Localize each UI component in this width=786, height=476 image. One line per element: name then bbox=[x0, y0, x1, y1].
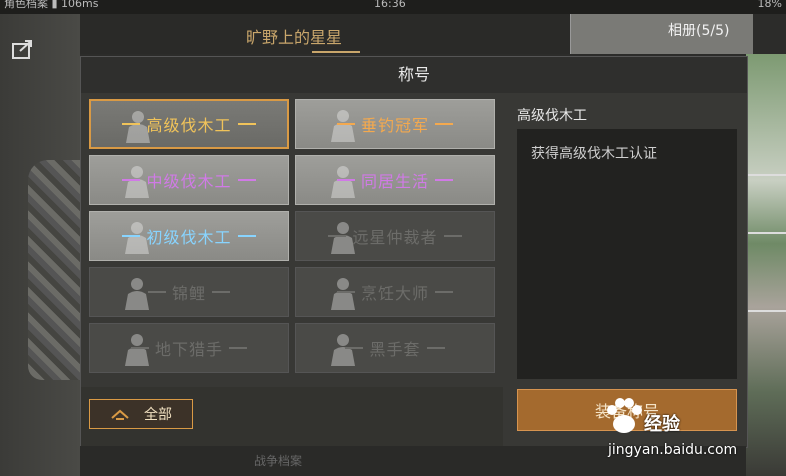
title-item[interactable]: 中级伐木工 bbox=[89, 155, 289, 205]
title-item-label: 烹饪大师 bbox=[296, 268, 494, 316]
dash-left bbox=[328, 235, 347, 237]
title-dialog: 称号 高级伐木工 垂钓冠军 中级伐木工 同居生活 初级伐木工 远星仲裁者 锦鲤 烹饪大师 地下猎… bbox=[80, 56, 748, 448]
dash-left bbox=[122, 235, 141, 237]
dialog-title: 称号 bbox=[81, 57, 747, 93]
dash-left bbox=[130, 347, 149, 349]
dash-left bbox=[336, 179, 355, 181]
title-item[interactable]: 高级伐木工 bbox=[89, 99, 289, 149]
dash-left bbox=[336, 123, 355, 125]
filter-all-button[interactable]: 全部 bbox=[89, 399, 193, 429]
watermark-url: jingyan.baidu.com bbox=[608, 442, 738, 458]
share-button[interactable] bbox=[10, 38, 36, 60]
watermark-brand: 经验 bbox=[644, 414, 680, 435]
dash-right bbox=[237, 235, 256, 237]
title-text: 锦鲤 bbox=[171, 284, 206, 303]
dash-right bbox=[237, 123, 256, 125]
title-text: 中级伐木工 bbox=[146, 172, 232, 191]
status-time: 16:36 bbox=[374, 0, 406, 10]
album-photo bbox=[746, 232, 786, 234]
title-text: 初级伐木工 bbox=[146, 228, 232, 247]
title-item[interactable]: 地下猎手 bbox=[89, 323, 289, 373]
dash-left bbox=[345, 347, 364, 349]
dash-right bbox=[435, 123, 453, 125]
status-left: 角色档案 ▮ 106ms bbox=[4, 0, 99, 10]
bottom-tab-label[interactable]: 战争档案 bbox=[254, 452, 334, 476]
title-text: 烹饪大师 bbox=[360, 284, 429, 303]
title-item-label: 地下猎手 bbox=[90, 324, 288, 372]
title-grid[interactable]: 高级伐木工 垂钓冠军中级伐木工 同居生活初级伐木工 远星仲裁者锦鲤 烹饪大师地下猎手 黑手… bbox=[89, 99, 503, 383]
dash-right bbox=[237, 179, 256, 181]
dash-left bbox=[336, 291, 355, 293]
title-text: 垂钓冠军 bbox=[360, 116, 429, 135]
album-photo bbox=[746, 310, 786, 312]
detail-title: 高级伐木工 bbox=[517, 108, 587, 124]
title-item[interactable]: 锦鲤 bbox=[89, 267, 289, 317]
title-text: 同居生活 bbox=[360, 172, 429, 191]
share-icon bbox=[12, 40, 32, 59]
dash-right bbox=[212, 291, 230, 293]
title-item[interactable]: 远星仲裁者 bbox=[295, 211, 495, 261]
paw-icon bbox=[607, 398, 642, 433]
character-model bbox=[28, 160, 80, 380]
dash-right bbox=[443, 235, 462, 237]
dash-left bbox=[147, 291, 166, 293]
title-text: 高级伐木工 bbox=[146, 116, 232, 135]
album-preview-strip bbox=[746, 54, 786, 476]
tab-underline bbox=[312, 51, 360, 53]
title-text: 黑手套 bbox=[369, 340, 421, 359]
title-item-label: 同居生活 bbox=[296, 156, 494, 204]
dash-right bbox=[229, 347, 247, 349]
battery-level: 18% bbox=[757, 0, 782, 10]
detail-description: 获得高级伐木工认证 bbox=[531, 146, 657, 162]
title-item-label: 垂钓冠军 bbox=[296, 100, 494, 148]
title-text: 地下猎手 bbox=[154, 340, 223, 359]
chevron-up-icon bbox=[111, 409, 129, 420]
title-item-label: 中级伐木工 bbox=[90, 156, 288, 204]
title-item[interactable]: 黑手套 bbox=[295, 323, 495, 373]
filter-label: 全部 bbox=[144, 407, 172, 423]
title-text: 远星仲裁者 bbox=[352, 228, 438, 247]
dash-right bbox=[435, 291, 453, 293]
title-item[interactable]: 同居生活 bbox=[295, 155, 495, 205]
dash-left bbox=[122, 179, 141, 181]
dash-right bbox=[435, 179, 453, 181]
title-item[interactable]: 烹饪大师 bbox=[295, 267, 495, 317]
dash-left bbox=[122, 123, 141, 125]
title-item-label: 高级伐木工 bbox=[91, 101, 287, 147]
baidu-jingyan-watermark: 经验 jingyan.baidu.com bbox=[600, 392, 750, 472]
dash-right bbox=[426, 347, 445, 349]
album-tab-label: 相册(5/5) bbox=[668, 23, 730, 39]
title-item[interactable]: 初级伐木工 bbox=[89, 211, 289, 261]
title-item-label: 远星仲裁者 bbox=[296, 212, 494, 260]
title-item-label: 初级伐木工 bbox=[90, 212, 288, 260]
character-name-tab[interactable]: 旷野上的星星 bbox=[246, 24, 342, 48]
title-item[interactable]: 垂钓冠军 bbox=[295, 99, 495, 149]
title-item-label: 锦鲤 bbox=[90, 268, 288, 316]
status-bar: 角色档案 ▮ 106ms 16:36 18% bbox=[0, 0, 786, 14]
album-photo bbox=[746, 174, 786, 176]
detail-panel: 获得高级伐木工认证 bbox=[517, 129, 737, 379]
title-item-label: 黑手套 bbox=[296, 324, 494, 372]
